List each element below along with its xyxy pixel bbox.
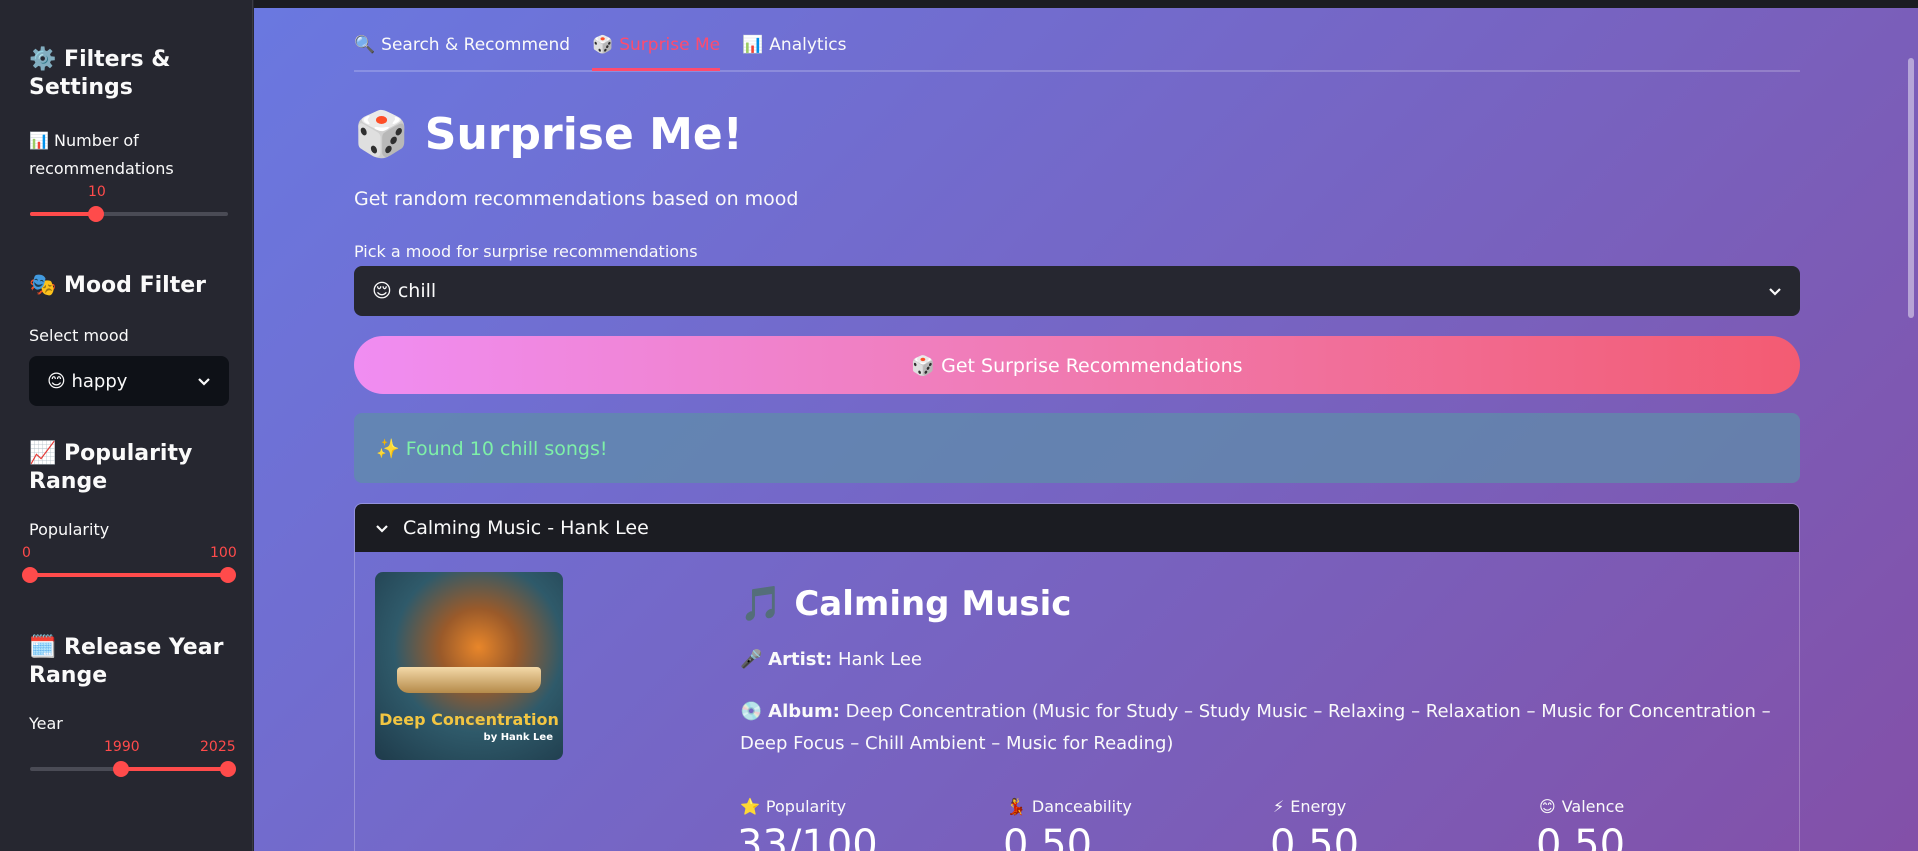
music-note-icon: 🎵 bbox=[740, 584, 783, 624]
slider-thumb-low[interactable] bbox=[22, 567, 38, 583]
popularity-label: Popularity bbox=[29, 520, 110, 539]
popularity-max: 100 bbox=[210, 545, 237, 561]
sidebar-title: ⚙️ Filters & Settings bbox=[29, 47, 171, 100]
dice-icon: 🎲 bbox=[354, 109, 409, 160]
slider-fill bbox=[121, 767, 228, 771]
metric-danceability-label: 💃 Danceability bbox=[1006, 797, 1132, 816]
popularity-heading: 📈 Popularity Range bbox=[29, 441, 193, 494]
expander-title: Calming Music - Hank Lee bbox=[403, 517, 649, 539]
release-year-heading: 🗓️ Release Year Range bbox=[29, 635, 224, 688]
mood-filter-heading: 🎭 Mood Filter bbox=[29, 273, 206, 298]
surprise-mood-label: Pick a mood for surprise recommendations bbox=[354, 242, 698, 261]
num-recs-value: 10 bbox=[88, 184, 106, 200]
cover-title: Deep Concentration bbox=[379, 710, 559, 729]
metric-label-text: Valence bbox=[1561, 797, 1625, 816]
chart-icon: 📊 bbox=[742, 35, 764, 55]
surprise-mood-value: 😌 chill bbox=[372, 280, 437, 302]
page-title-text: Surprise Me! bbox=[424, 108, 743, 160]
artist-value: Hank Lee bbox=[838, 649, 922, 670]
tab-label: Analytics bbox=[769, 35, 847, 55]
slider-thumb-low[interactable] bbox=[113, 761, 129, 777]
artist-label: Artist: bbox=[768, 649, 833, 670]
tab-bar: 🔍 Search & Recommend 🎲 Surprise Me 📊 Ana… bbox=[354, 24, 1800, 72]
dice-icon: 🎲 bbox=[592, 35, 614, 55]
main-area: 🔍 Search & Recommend 🎲 Surprise Me 📊 Ana… bbox=[254, 8, 1918, 851]
song-expander: Calming Music - Hank Lee Deep Concentrat… bbox=[354, 503, 1800, 851]
expander-header[interactable]: Calming Music - Hank Lee bbox=[355, 504, 1799, 552]
metric-valence-value: 0.50 bbox=[1536, 822, 1626, 851]
num-recs-slider[interactable] bbox=[30, 206, 228, 222]
metric-label-text: Energy bbox=[1290, 797, 1347, 816]
tab-surprise-me[interactable]: 🎲 Surprise Me bbox=[592, 21, 721, 71]
cover-subtitle: by Hank Lee bbox=[483, 732, 553, 743]
book-graphic bbox=[397, 667, 541, 693]
scrollbar[interactable] bbox=[1908, 58, 1914, 318]
year-max: 2025 bbox=[200, 739, 236, 755]
year-label: Year bbox=[29, 714, 63, 733]
album-line: 💿 Album: Deep Concentration (Music for S… bbox=[740, 696, 1785, 760]
album-value: Deep Concentration (Music for Study – St… bbox=[740, 701, 1771, 754]
album-cover: Deep Concentration by Hank Lee bbox=[375, 572, 563, 760]
slider-thumb-high[interactable] bbox=[220, 761, 236, 777]
metric-energy-label: ⚡ Energy bbox=[1273, 797, 1346, 816]
chevron-down-icon bbox=[375, 517, 389, 539]
metric-valence-label: 😊 Valence bbox=[1539, 797, 1624, 816]
song-title: 🎵 Calming Music bbox=[740, 584, 1071, 624]
metric-label-text: Danceability bbox=[1031, 797, 1132, 816]
tab-analytics[interactable]: 📊 Analytics bbox=[742, 21, 846, 69]
year-min: 1990 bbox=[104, 739, 140, 755]
page-title: 🎲 Surprise Me! bbox=[354, 108, 743, 161]
metric-danceability-value: 0.50 bbox=[1003, 822, 1093, 851]
tab-label: Search & Recommend bbox=[381, 35, 571, 55]
album-label: Album: bbox=[768, 701, 840, 722]
artist-line: 🎤 Artist: Hank Lee bbox=[740, 644, 922, 676]
slider-fill bbox=[30, 212, 95, 216]
metric-popularity-label: ⭐ Popularity bbox=[740, 797, 846, 816]
num-recs-label: 📊 Number of recommendations bbox=[29, 131, 174, 178]
dancer-icon: 💃 bbox=[1006, 797, 1026, 816]
mood-select-value: 😊 happy bbox=[47, 370, 128, 392]
lightning-icon: ⚡ bbox=[1273, 797, 1285, 816]
metric-popularity-value: 33/100 bbox=[737, 822, 878, 851]
popularity-slider[interactable] bbox=[22, 567, 236, 583]
slider-fill bbox=[30, 573, 228, 577]
metric-label-text: Popularity bbox=[765, 797, 847, 816]
year-slider[interactable] bbox=[30, 761, 236, 777]
popularity-min: 0 bbox=[22, 545, 31, 561]
mood-select-label: Select mood bbox=[29, 326, 129, 345]
song-title-text: Calming Music bbox=[794, 584, 1072, 624]
get-surprise-button[interactable]: 🎲 Get Surprise Recommendations bbox=[354, 336, 1800, 394]
smile-icon: 😊 bbox=[1539, 797, 1556, 816]
disc-icon: 💿 bbox=[740, 701, 763, 722]
metric-energy-value: 0.50 bbox=[1270, 822, 1360, 851]
success-alert: ✨ Found 10 chill songs! bbox=[354, 413, 1800, 483]
search-icon: 🔍 bbox=[354, 35, 376, 55]
chevron-down-icon bbox=[197, 371, 211, 392]
surprise-mood-select[interactable]: 😌 chill bbox=[354, 266, 1800, 316]
slider-thumb[interactable] bbox=[88, 206, 104, 222]
slider-thumb-high[interactable] bbox=[220, 567, 236, 583]
microphone-icon: 🎤 bbox=[740, 649, 763, 670]
sidebar: ⚙️ Filters & Settings 📊 Number of recomm… bbox=[0, 0, 253, 851]
star-icon: ⭐ bbox=[740, 797, 760, 816]
tab-label: Surprise Me bbox=[619, 35, 721, 55]
top-bar bbox=[254, 0, 1918, 8]
mood-select[interactable]: 😊 happy bbox=[29, 356, 229, 406]
page-subtitle: Get random recommendations based on mood bbox=[354, 188, 799, 210]
chevron-down-icon bbox=[1768, 280, 1782, 302]
tab-search-recommend[interactable]: 🔍 Search & Recommend bbox=[354, 21, 570, 69]
